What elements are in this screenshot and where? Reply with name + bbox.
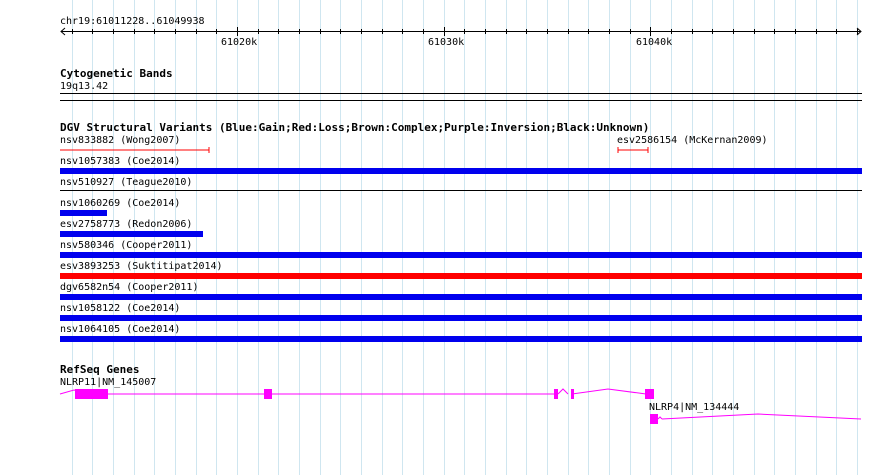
- variant-label[interactable]: esv2758773 (Redon2006): [60, 219, 192, 230]
- variant-label[interactable]: dgv6582n54 (Cooper2011): [60, 282, 198, 293]
- variant-label[interactable]: nsv580346 (Cooper2011): [60, 240, 192, 251]
- cytoband-line: [60, 100, 862, 101]
- track-title: RefSeq Genes: [60, 363, 140, 376]
- variant-gain-bar[interactable]: [60, 336, 862, 342]
- variant-loss-feature[interactable]: [617, 146, 651, 154]
- ruler-tick-label: 61040k: [636, 37, 673, 48]
- variant-gain-bar[interactable]: [60, 315, 862, 321]
- track-title: Cytogenetic Bands: [60, 67, 173, 80]
- gene-nlrp4-model[interactable]: [648, 410, 864, 426]
- genome-browser-view[interactable]: chr19:61011228..61049938 61020k 61030k 6…: [0, 0, 890, 475]
- track-title: DGV Structural Variants (Blue:Gain;Red:L…: [60, 121, 650, 134]
- variant-label[interactable]: nsv1060269 (Coe2014): [60, 198, 180, 209]
- variant-loss-feature[interactable]: [58, 146, 212, 154]
- gene-nlrp11-model[interactable]: [58, 386, 658, 402]
- cytoband-line: [60, 93, 862, 94]
- variant-label[interactable]: nsv833882 (Wong2007): [60, 135, 180, 146]
- ruler-tick-label: 61020k: [221, 37, 258, 48]
- variant-gain-bar[interactable]: [60, 168, 862, 174]
- variant-label[interactable]: nsv1064105 (Coe2014): [60, 324, 180, 335]
- variant-label[interactable]: nsv1058122 (Coe2014): [60, 303, 180, 314]
- cytoband-label: 19q13.42: [60, 81, 109, 92]
- variant-label[interactable]: nsv1057383 (Coe2014): [60, 156, 180, 167]
- variant-gain-bar[interactable]: [60, 252, 862, 258]
- variant-label[interactable]: nsv510927 (Teague2010): [60, 177, 192, 188]
- variant-gain-bar[interactable]: [60, 210, 107, 216]
- variant-loss-bar[interactable]: [60, 273, 862, 279]
- variant-label[interactable]: esv3893253 (Suktitipat2014): [60, 261, 223, 272]
- ruler-tick-label: 61030k: [428, 37, 465, 48]
- variant-unknown-line[interactable]: [60, 190, 862, 191]
- variant-gain-bar[interactable]: [60, 294, 862, 300]
- variant-label[interactable]: esv2586154 (McKernan2009): [617, 135, 768, 146]
- variant-gain-bar[interactable]: [60, 231, 203, 237]
